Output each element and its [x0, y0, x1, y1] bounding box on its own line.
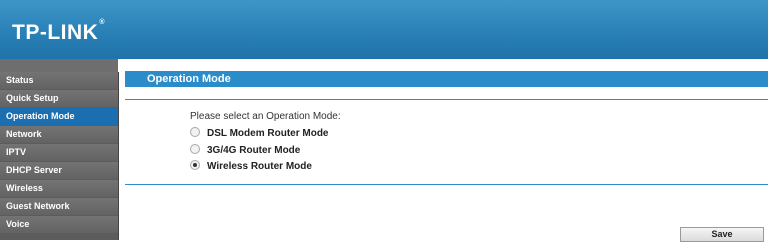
- main-content: Operation Mode Please select an Operatio…: [120, 59, 768, 242]
- sidebar-nav: Status Quick Setup Operation Mode Networ…: [0, 72, 119, 240]
- tp-link-logo: TP-LINK®: [12, 19, 105, 45]
- option-label: Wireless Router Mode: [207, 161, 312, 172]
- option-wireless-router[interactable]: Wireless Router Mode: [190, 160, 312, 174]
- option-label: DSL Modem Router Mode: [207, 128, 329, 139]
- sidebar-item-operation-mode[interactable]: Operation Mode: [0, 108, 118, 125]
- divider-bottom: [125, 184, 768, 185]
- radio-dsl-modem-router[interactable]: [190, 127, 200, 138]
- sidebar-item-network[interactable]: Network: [0, 126, 118, 143]
- option-dsl-modem-router[interactable]: DSL Modem Router Mode: [190, 127, 328, 141]
- registered-mark: ®: [99, 19, 105, 26]
- header-banner: TP-LINK®: [0, 0, 768, 59]
- sidebar-item-wireless[interactable]: Wireless: [0, 180, 118, 197]
- option-label: 3G/4G Router Mode: [207, 145, 301, 156]
- sidebar-item-guest-network[interactable]: Guest Network: [0, 198, 118, 215]
- sidebar-item-quick-setup[interactable]: Quick Setup: [0, 90, 118, 107]
- operation-mode-prompt: Please select an Operation Mode:: [190, 111, 341, 122]
- option-3g4g-router[interactable]: 3G/4G Router Mode: [190, 144, 300, 158]
- divider-top: [125, 99, 768, 100]
- sidebar-item-iptv[interactable]: IPTV: [0, 144, 118, 161]
- sidebar-item-dhcp-server[interactable]: DHCP Server: [0, 162, 118, 179]
- section-title: Operation Mode: [125, 71, 768, 87]
- sidebar-item-status[interactable]: Status: [0, 72, 118, 89]
- radio-3g4g-router[interactable]: [190, 144, 200, 155]
- sidebar-top-strip: [0, 59, 118, 72]
- logo-text: TP-LINK: [12, 21, 99, 44]
- radio-wireless-router[interactable]: [190, 160, 200, 171]
- sidebar-item-voice[interactable]: Voice: [0, 216, 118, 233]
